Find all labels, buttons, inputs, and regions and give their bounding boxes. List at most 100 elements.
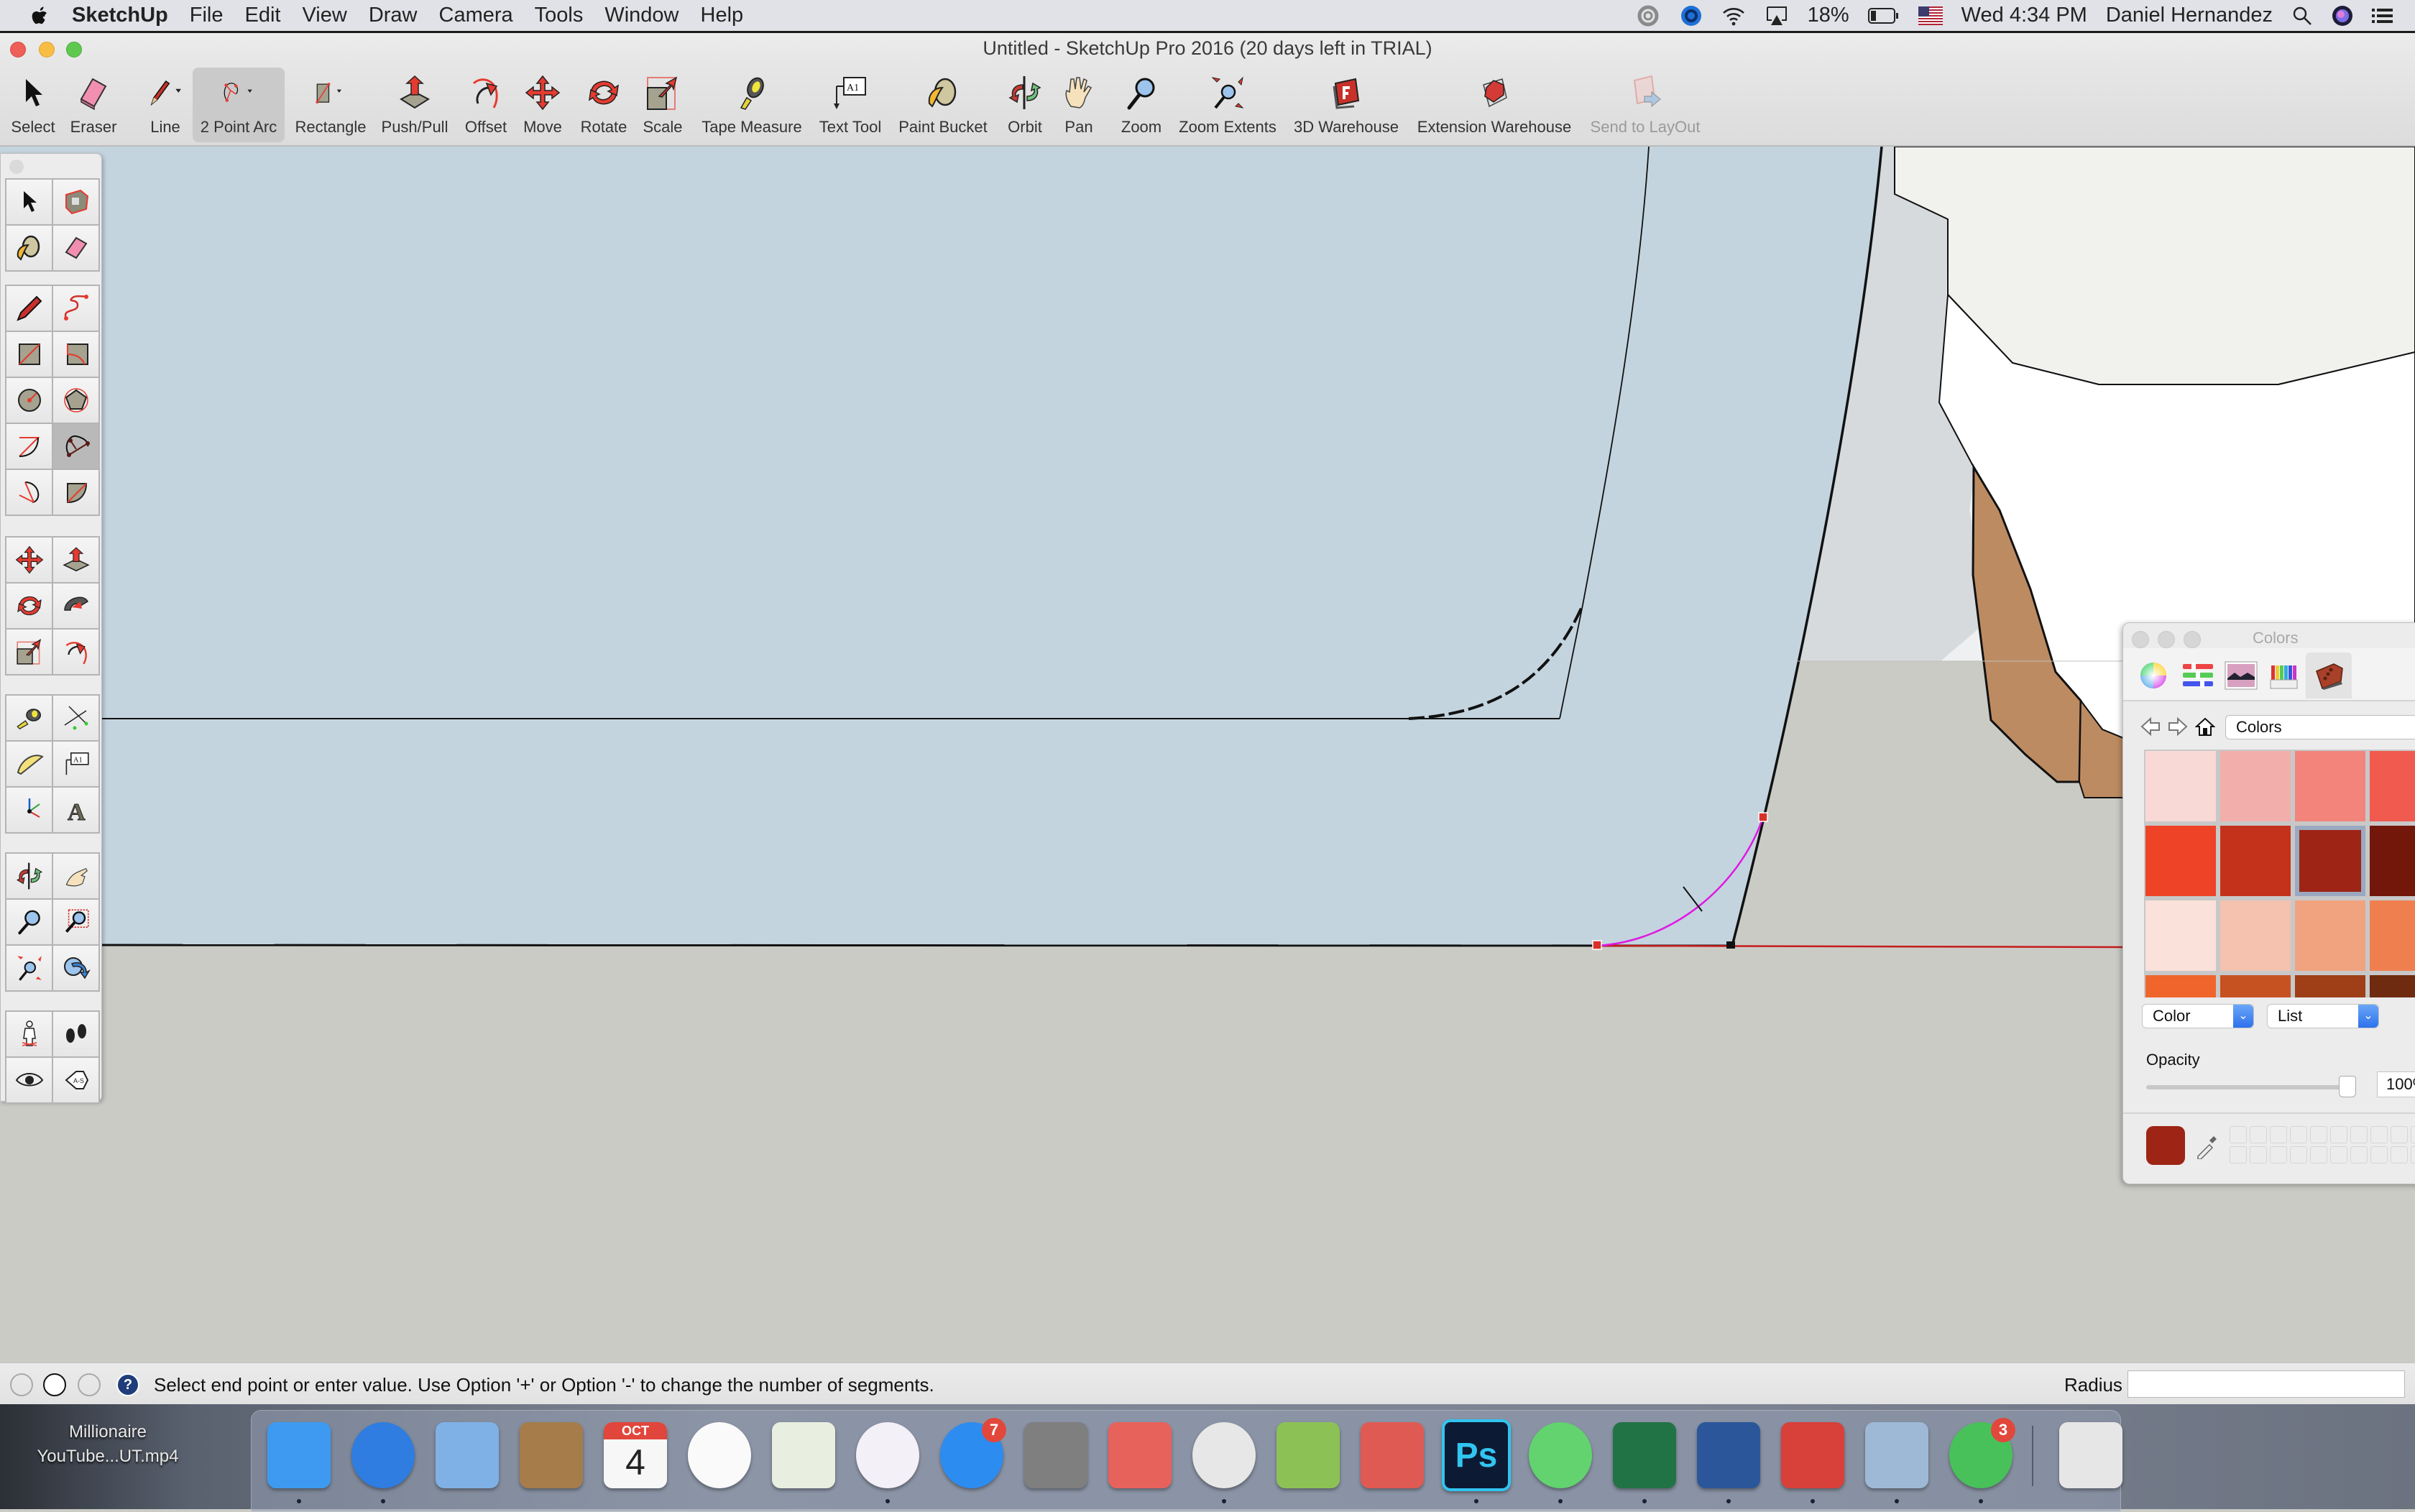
empty-color-well[interactable] [2411,1146,2415,1163]
palette-zoom-window[interactable] [53,900,98,944]
color-swatch[interactable] [2220,975,2291,997]
dock-app-spotify[interactable] [1524,1417,1596,1493]
empty-color-well[interactable] [2391,1146,2408,1163]
tool-3d-warehouse[interactable]: 3D Warehouse [1288,68,1404,142]
empty-color-well[interactable] [2230,1126,2247,1143]
eyedropper-icon[interactable] [2194,1133,2220,1159]
user-name[interactable]: Daniel Hernandez [2106,4,2273,27]
dock-app-contacts[interactable] [515,1417,587,1493]
airplay-icon[interactable] [1765,5,1789,27]
empty-color-well[interactable] [2270,1146,2287,1163]
tool-2-point-arc[interactable]: 2 Point Arc [193,68,285,142]
dock-app-photoshop[interactable]: Ps [1440,1417,1512,1493]
empty-color-well[interactable] [2330,1146,2347,1163]
saved-color-wells[interactable] [2230,1126,2415,1163]
battery-icon[interactable] [1867,7,1900,24]
palette-zoom-extents[interactable] [6,946,52,990]
spotlight-search-icon[interactable] [2291,5,2313,27]
sync-app-icon[interactable] [1680,4,1703,27]
color-swatch[interactable] [2370,826,2415,896]
current-color-well[interactable] [2146,1126,2185,1165]
dock-app-finder[interactable] [263,1417,335,1493]
empty-color-well[interactable] [2290,1146,2307,1163]
palette-3d-text[interactable]: A [53,788,98,832]
color-swatch[interactable] [2145,900,2216,971]
palette-pie[interactable] [53,470,98,515]
measurements-input[interactable] [2128,1370,2405,1398]
apple-menu-icon[interactable] [29,4,49,28]
menu-draw[interactable]: Draw [369,4,418,27]
dock-app-mind-map[interactable] [1272,1417,1344,1493]
palette-line[interactable] [6,286,52,331]
palette-rectangle[interactable] [6,332,52,377]
dock-app-itunes[interactable] [852,1417,924,1493]
tab-color-wheel[interactable] [2133,653,2174,699]
color-swatch[interactable] [2295,751,2365,821]
menu-edit[interactable]: Edit [245,4,281,27]
palette-offset[interactable] [53,630,98,674]
notification-center-icon[interactable] [2372,7,2393,24]
tool-move[interactable]: Move [516,68,569,142]
dock-app-trash[interactable] [2055,1417,2127,1493]
tab-image-palettes[interactable] [2221,653,2261,699]
tool-zoom-extents[interactable]: Zoom Extents [1172,68,1284,142]
view-select[interactable]: List ⌄ [2267,1004,2379,1028]
mode-select[interactable]: Color ⌄ [2142,1004,2254,1028]
tool-paint-bucket[interactable]: Paint Bucket [894,68,992,142]
color-swatch[interactable] [2370,900,2415,971]
palette-circle[interactable] [6,378,52,423]
colors-zoom-button[interactable] [2184,631,2201,648]
color-swatch[interactable] [2220,751,2291,821]
palette-close-button[interactable] [9,160,24,174]
menu-camera[interactable]: Camera [439,4,513,27]
color-swatch[interactable] [2295,900,2365,971]
credits-info-icon[interactable] [43,1373,66,1396]
palette-follow-me[interactable] [53,584,98,628]
dock-app-system-preferences[interactable] [1020,1417,1092,1493]
empty-color-well[interactable] [2310,1126,2327,1143]
empty-color-well[interactable] [2350,1146,2368,1163]
dock-app-autocad-2[interactable] [1356,1417,1428,1493]
empty-color-well[interactable] [2310,1146,2327,1163]
palette-axes[interactable] [6,788,52,832]
menu-view[interactable]: View [302,4,346,27]
palette-position-camera[interactable] [6,1012,52,1056]
tab-crayons[interactable] [2264,653,2304,699]
dock-app-word[interactable] [1693,1417,1765,1493]
palette-protractor[interactable] [6,742,52,786]
colors-minimize-button[interactable] [2158,631,2175,648]
tool-push-pull[interactable]: Push/Pull [378,68,451,142]
empty-color-well[interactable] [2411,1126,2415,1143]
back-arrow-icon[interactable] [2140,716,2161,737]
color-swatch[interactable] [2145,751,2216,821]
tool-offset[interactable]: Offset [457,68,515,142]
forward-arrow-icon[interactable] [2168,716,2188,737]
color-swatch[interactable] [2145,826,2216,896]
dock-app-preview[interactable] [1861,1417,1933,1493]
dock-app-excel[interactable] [1609,1417,1680,1493]
empty-color-well[interactable] [2370,1126,2388,1143]
dock-app-maps[interactable] [768,1417,840,1493]
empty-color-well[interactable] [2250,1146,2267,1163]
tool-scale[interactable]: Scale [637,68,689,142]
palette-tape-measure[interactable] [6,696,52,740]
tool-orbit[interactable]: Orbit [998,68,1052,142]
dock-app-app-store[interactable]: 7 [936,1417,1008,1493]
color-swatch[interactable] [2220,826,2291,896]
colors-close-button[interactable] [2132,631,2149,648]
dock-app-sketchup[interactable] [1777,1417,1849,1493]
palette-pan[interactable] [53,854,98,898]
dock-app-calendar[interactable]: OCT 4 [599,1417,671,1493]
color-swatch[interactable] [2370,751,2415,821]
palette-orbit[interactable] [6,854,52,898]
palette-rotated-rectangle[interactable] [53,332,98,377]
palette-eraser[interactable] [53,226,98,270]
desktop-file-label[interactable]: Millionaire YouTube...UT.mp4 [14,1420,201,1469]
empty-color-well[interactable] [2270,1126,2287,1143]
drawing-viewport[interactable] [0,147,2415,1363]
dock-app-autocad[interactable] [1104,1417,1176,1493]
color-swatch[interactable] [2220,900,2291,971]
dock-app-whatsapp[interactable]: 3 [1945,1417,2017,1493]
palette-move[interactable] [6,538,52,582]
color-swatch[interactable] [2295,826,2365,896]
